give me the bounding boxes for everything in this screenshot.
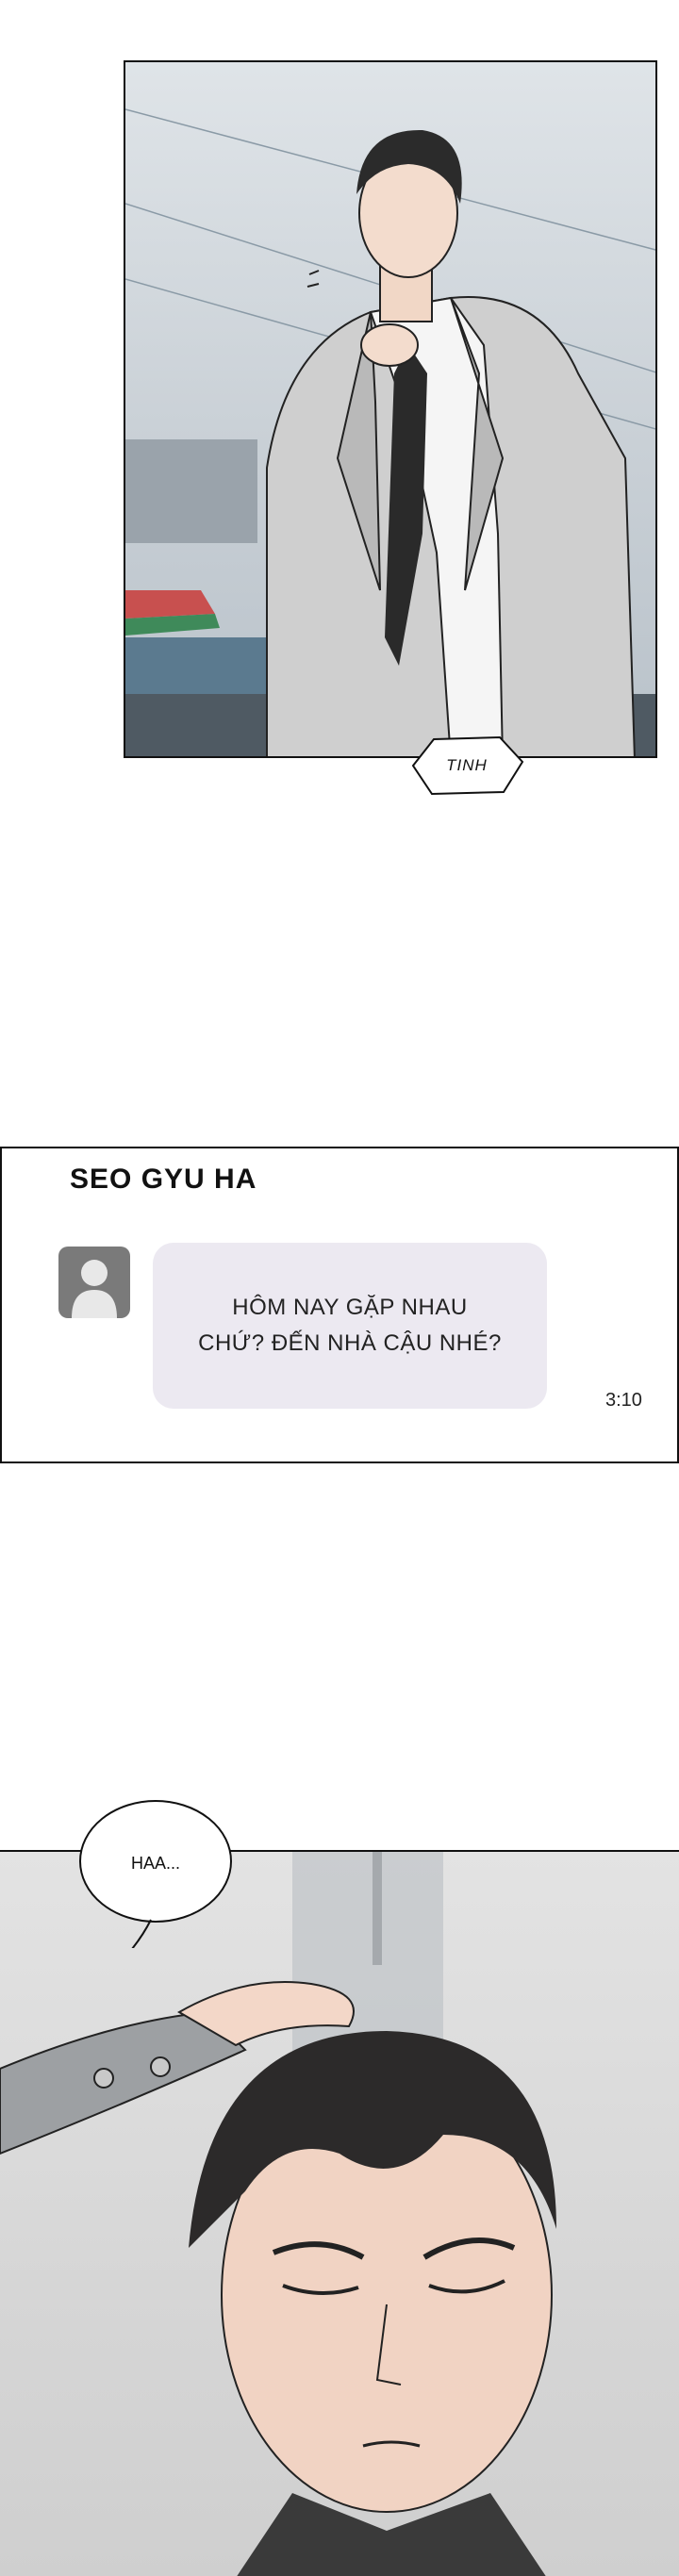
message-bubble: HÔM NAY GẶP NHAU CHỨ? ĐẾN NHÀ CẬU NHÉ? bbox=[153, 1243, 547, 1409]
person-icon bbox=[72, 1260, 117, 1318]
avatar bbox=[58, 1247, 130, 1318]
message-time: 3:10 bbox=[605, 1390, 642, 1411]
speech-text: HAA... bbox=[130, 1853, 180, 1873]
sfx-text: TINH bbox=[446, 756, 488, 774]
speech-bubble: HAA... bbox=[75, 1797, 236, 1948]
sfx-bubble: TINH bbox=[406, 734, 528, 798]
illustration-man-adjusting-tie bbox=[125, 108, 655, 756]
illustration-man-holding-head bbox=[0, 1852, 556, 2576]
message-line: CHỨ? ĐẾN NHÀ CẬU NHÉ? bbox=[198, 1330, 502, 1356]
comic-panel-1 bbox=[124, 60, 657, 758]
comic-panel-3 bbox=[0, 1850, 679, 2576]
chat-panel: SEO GYU HA HÔM NAY GẶP NHAU CHỨ? ĐẾN NHÀ… bbox=[0, 1147, 679, 1463]
contact-name: SEO GYU HA bbox=[70, 1164, 257, 1195]
message-line: HÔM NAY GẶP NHAU bbox=[232, 1295, 468, 1320]
